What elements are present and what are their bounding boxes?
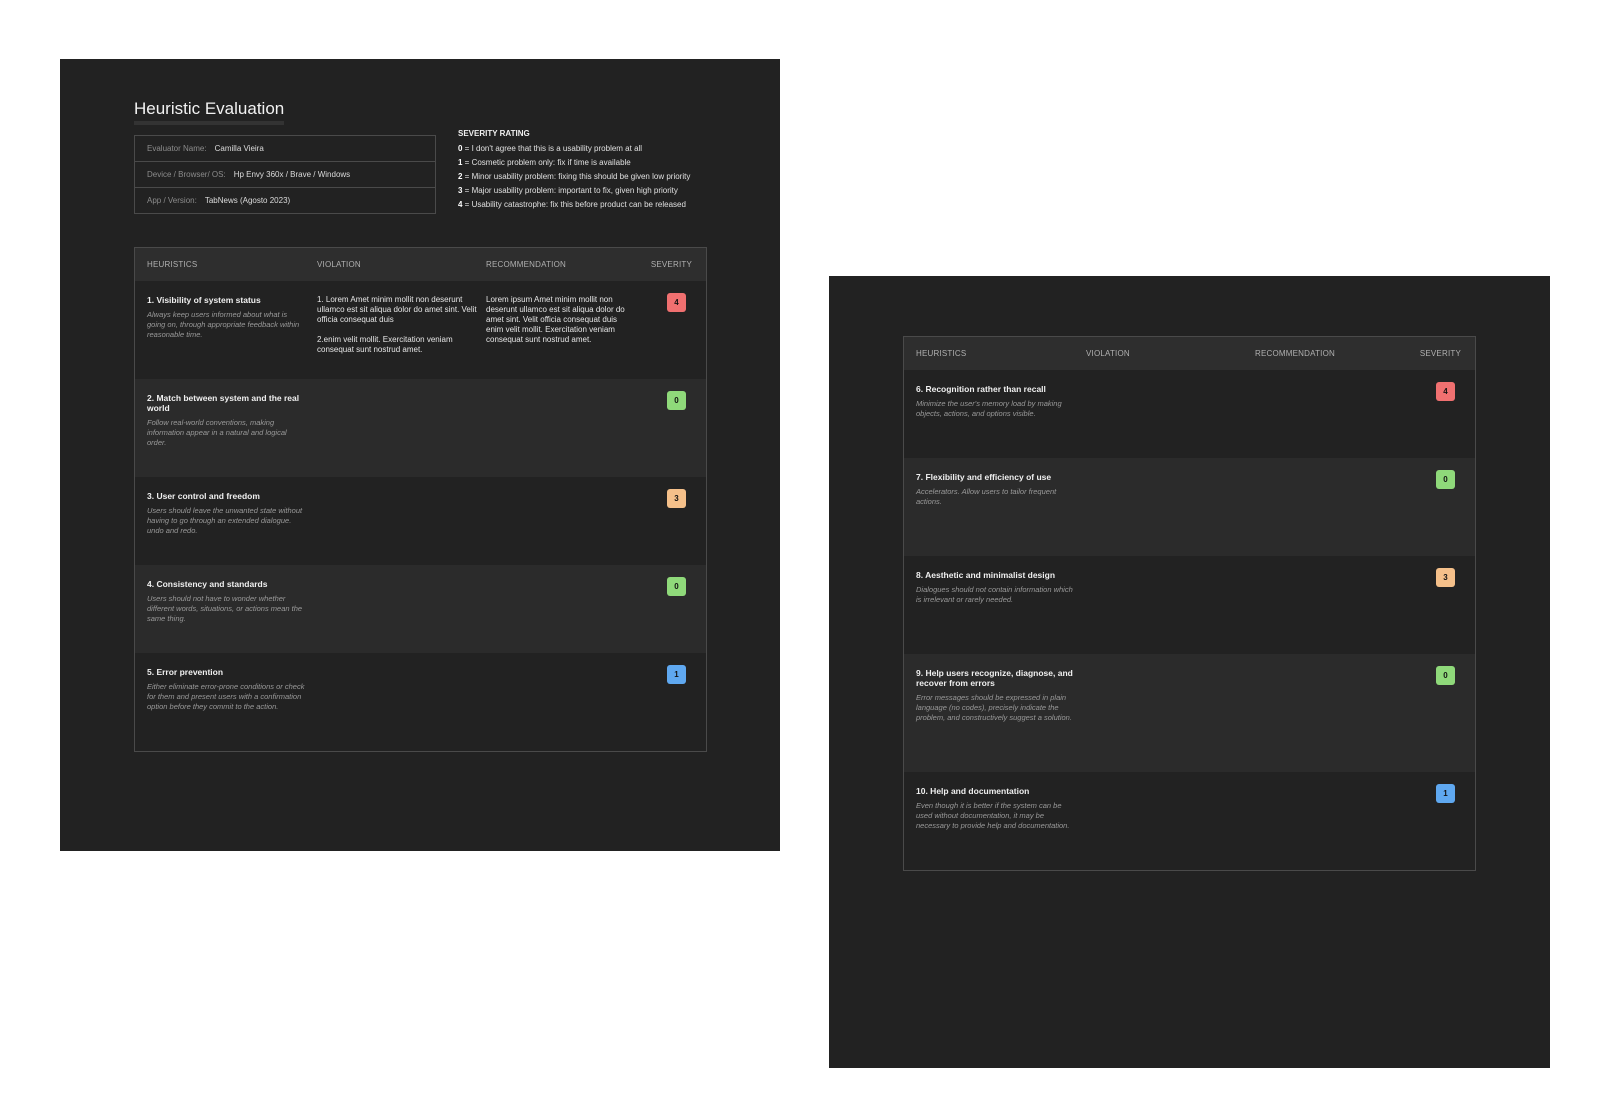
severity-legend-item: 2 = Minor usability problem: fixing this… <box>458 170 690 184</box>
violation-text: 1. Lorem Amet minim mollit non deserunt … <box>317 295 477 324</box>
severity-badge: 4 <box>1436 382 1455 401</box>
column-heuristics: HEURISTICS <box>147 260 198 269</box>
heuristic-description: Even though it is better if the system c… <box>916 801 1070 830</box>
violation-cell: 1. Lorem Amet minim mollit non deserunt … <box>317 295 477 365</box>
severity-badge: 3 <box>1436 568 1455 587</box>
heuristic-description: Always keep users informed about what is… <box>147 310 300 339</box>
heuristic-cell: 4. Consistency and standards Users should… <box>147 579 307 624</box>
severity-badge: 3 <box>667 489 686 508</box>
table-header: HEURISTICS VIOLATION RECOMMENDATION SEVE… <box>904 337 1475 370</box>
column-severity: SEVERITY <box>1419 349 1461 358</box>
severity-rating-heading: SEVERITY RATING <box>458 129 530 138</box>
column-heuristics: HEURISTICS <box>916 349 967 358</box>
severity-badge: 1 <box>1436 784 1455 803</box>
evaluator-info: Evaluator Name: Camilla Vieira Device / … <box>134 135 436 214</box>
column-recommendation: RECOMMENDATION <box>486 260 566 269</box>
severity-badge: 0 <box>1436 666 1455 685</box>
heuristic-cell: 2. Match between system and the real wor… <box>147 393 307 448</box>
severity-legend-item: 3 = Major usability problem: important t… <box>458 184 690 198</box>
page-title: Heuristic Evaluation <box>134 99 285 125</box>
heuristic-name: 1. Visibility of system status <box>147 295 261 305</box>
table-row: 10. Help and documentation Even though it… <box>904 772 1475 870</box>
heuristic-cell: 8. Aesthetic and minimalist design Dialog… <box>916 570 1076 605</box>
severity-legend-text: = Minor usability problem: fixing this s… <box>462 172 691 181</box>
table-row: 6. Recognition rather than recall Minimiz… <box>904 370 1475 458</box>
table-row: 8. Aesthetic and minimalist design Dialog… <box>904 556 1475 654</box>
severity-legend-item: 1 = Cosmetic problem only: fix if time i… <box>458 156 690 170</box>
evaluator-name-row: Evaluator Name: Camilla Vieira <box>135 136 435 162</box>
heuristic-name: 2. Match between system and the real wor… <box>147 393 300 413</box>
table-row: 5. Error prevention Either eliminate erro… <box>135 653 706 751</box>
heuristic-cell: 7. Flexibility and efficiency of use Acce… <box>916 472 1076 507</box>
heuristic-name: 8. Aesthetic and minimalist design <box>916 570 1056 580</box>
heuristic-cell: 3. User control and freedom Users should … <box>147 491 307 536</box>
heuristic-cell: 5. Error prevention Either eliminate erro… <box>147 667 307 712</box>
column-severity: SEVERITY <box>650 260 692 269</box>
table-row: 1. Visibility of system status Always kee… <box>135 281 706 379</box>
heuristic-name: 6. Recognition rather than recall <box>916 384 1046 394</box>
heuristic-description: Users should not have to wonder whether … <box>147 594 303 623</box>
heuristics-table-1: HEURISTICS VIOLATION RECOMMENDATION SEVE… <box>134 247 707 752</box>
app-version-row: App / Version: TabNews (Agosto 2023) <box>135 188 435 213</box>
severity-rating-legend: SEVERITY RATING 0 = I don't agree that t… <box>458 129 690 212</box>
heuristics-table-2: HEURISTICS VIOLATION RECOMMENDATION SEVE… <box>903 336 1476 871</box>
recommendation-cell: Lorem ipsum Amet minim mollit non deseru… <box>486 295 625 344</box>
evaluator-name-value: Camilla Vieira <box>214 144 264 153</box>
heuristic-name: 3. User control and freedom <box>147 491 260 501</box>
heuristic-cell: 10. Help and documentation Even though it… <box>916 786 1076 831</box>
severity-legend-item: 0 = I don't agree that this is a usabili… <box>458 142 690 156</box>
heuristic-description: Minimize the user's memory load by makin… <box>916 399 1062 418</box>
severity-legend-text: = I don't agree that this is a usability… <box>462 144 643 153</box>
severity-badge: 1 <box>667 665 686 684</box>
heuristic-cell: 1. Visibility of system status Always kee… <box>147 295 307 340</box>
app-version-value: TabNews (Agosto 2023) <box>204 196 291 205</box>
severity-legend-text: = Usability catastrophe: fix this before… <box>462 200 686 209</box>
column-recommendation: RECOMMENDATION <box>1255 349 1335 358</box>
severity-badge: 0 <box>1436 470 1455 489</box>
heuristic-description: Follow real-world conventions, making in… <box>147 418 287 447</box>
evaluation-board-1: Heuristic Evaluation Evaluator Name: Cam… <box>60 59 780 851</box>
device-label: Device / Browser/ OS: <box>147 170 226 179</box>
heuristic-description: Error messages should be expressed in pl… <box>916 693 1072 722</box>
table-row: 4. Consistency and standards Users should… <box>135 565 706 653</box>
table-header: HEURISTICS VIOLATION RECOMMENDATION SEVE… <box>135 248 706 281</box>
device-row: Device / Browser/ OS: Hp Envy 360x / Bra… <box>135 162 435 188</box>
table-row: 7. Flexibility and efficiency of use Acce… <box>904 458 1475 556</box>
heuristic-name: 9. Help users recognize, diagnose, and r… <box>916 668 1073 688</box>
heuristic-description: Dialogues should not contain information… <box>916 585 1073 604</box>
heuristic-description: Either eliminate error-prone conditions … <box>147 682 305 711</box>
severity-badge: 0 <box>667 577 686 596</box>
severity-badge: 0 <box>667 391 686 410</box>
heuristic-description: Accelerators. Allow users to tailor freq… <box>916 487 1057 506</box>
table-row: 3. User control and freedom Users should … <box>135 477 706 565</box>
severity-legend-item: 4 = Usability catastrophe: fix this befo… <box>458 198 690 212</box>
table-row: 9. Help users recognize, diagnose, and r… <box>904 654 1475 772</box>
severity-badge: 4 <box>667 293 686 312</box>
violation-text: 2.enim velit mollit. Exercitation veniam… <box>317 335 453 354</box>
evaluator-name-label: Evaluator Name: <box>147 144 207 153</box>
column-violation: VIOLATION <box>1086 349 1130 358</box>
column-violation: VIOLATION <box>317 260 361 269</box>
heuristic-name: 7. Flexibility and efficiency of use <box>916 472 1052 482</box>
heuristic-cell: 9. Help users recognize, diagnose, and r… <box>916 668 1076 723</box>
heuristic-name: 5. Error prevention <box>147 667 224 677</box>
app-version-label: App / Version: <box>147 196 197 205</box>
heuristic-description: Users should leave the unwanted state wi… <box>147 506 303 535</box>
device-value: Hp Envy 360x / Brave / Windows <box>233 170 351 179</box>
heuristic-name: 10. Help and documentation <box>916 786 1030 796</box>
heuristic-name: 4. Consistency and standards <box>147 579 268 589</box>
evaluation-board-2: HEURISTICS VIOLATION RECOMMENDATION SEVE… <box>829 276 1550 1068</box>
table-row: 2. Match between system and the real wor… <box>135 379 706 477</box>
severity-legend-text: = Cosmetic problem only: fix if time is … <box>462 158 631 167</box>
severity-legend-text: = Major usability problem: important to … <box>462 186 678 195</box>
heuristic-cell: 6. Recognition rather than recall Minimiz… <box>916 384 1076 419</box>
